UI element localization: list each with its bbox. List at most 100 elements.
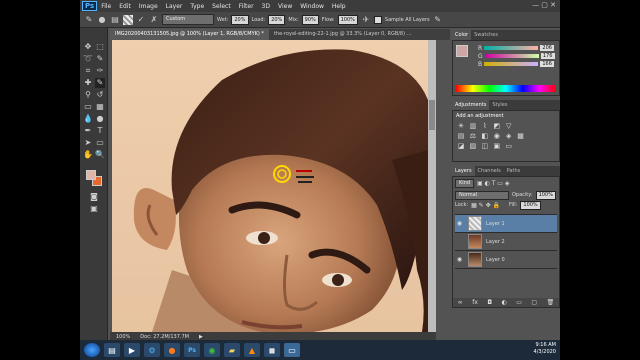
g-value[interactable]: 176 (540, 53, 555, 59)
menu-3d[interactable]: 3D (262, 3, 270, 10)
visibility-eye-icon[interactable]: ◉ (455, 256, 464, 263)
quick-select-icon[interactable]: ✎ (95, 54, 105, 64)
crop-tool-icon[interactable]: ⌗ (83, 66, 93, 76)
layer-name[interactable]: Layer 0 (486, 257, 505, 263)
hue-saturation-icon[interactable]: ▤ (457, 132, 465, 140)
mix-value[interactable]: 90% (301, 14, 319, 25)
marquee-tool-icon[interactable]: ⬚ (95, 42, 105, 52)
load-value[interactable]: 20% (268, 14, 286, 25)
media-player-icon[interactable]: ▶ (124, 343, 140, 357)
new-layer-icon[interactable]: ▢ (531, 299, 537, 306)
r-value[interactable]: 206 (540, 45, 555, 51)
start-button-icon[interactable] (84, 343, 100, 357)
layer-row[interactable]: ◉ Layer 1 (455, 215, 557, 233)
app-icon[interactable]: ⚙ (144, 343, 160, 357)
b-value[interactable]: 166 (540, 61, 555, 67)
eraser-icon[interactable]: ▭ (83, 102, 93, 112)
screen-mode-icon[interactable]: ▣ (89, 204, 99, 214)
menu-image[interactable]: Image (139, 3, 158, 10)
sample-all-layers-checkbox[interactable] (373, 15, 382, 24)
blue-slider[interactable] (484, 62, 539, 66)
exposure-icon[interactable]: ◩ (493, 122, 501, 130)
tab-layers[interactable]: Layers (452, 166, 475, 176)
tab-document-2[interactable]: the-royal-editing-22-1.jpg @ 33.3% (Laye… (269, 29, 417, 40)
gradient-icon[interactable]: ▦ (95, 102, 105, 112)
menu-layer[interactable]: Layer (166, 3, 183, 10)
airbrush-icon[interactable]: ✈ (361, 15, 371, 25)
blend-mode-select[interactable]: Normal (455, 190, 509, 200)
clone-stamp-icon[interactable]: ⚲ (83, 90, 93, 100)
tab-styles[interactable]: Styles (489, 100, 510, 110)
menu-file[interactable]: File (101, 3, 111, 10)
channel-mixer-icon[interactable]: ◈ (505, 132, 513, 140)
fx-icon[interactable]: fx (472, 299, 478, 306)
system-tray[interactable]: 9:16 AM 4/3/2020 (534, 342, 556, 356)
tab-paths[interactable]: Paths (504, 166, 524, 176)
hand-tool-icon[interactable]: ✋ (83, 150, 93, 160)
color-fg-swatch[interactable] (456, 45, 468, 57)
posterize-icon[interactable]: ▨ (469, 142, 477, 150)
photo-filter-icon[interactable]: ◉ (493, 132, 501, 140)
layer-row[interactable]: ◉ Layer 0 (455, 251, 557, 269)
menu-window[interactable]: Window (300, 3, 324, 10)
tab-swatches[interactable]: Swatches (471, 30, 501, 40)
curves-icon[interactable]: ⌇ (481, 122, 489, 130)
color-spectrum-bar[interactable] (456, 85, 556, 92)
vertical-scrollbar[interactable] (428, 40, 436, 332)
shape-tool-icon[interactable]: ▭ (95, 138, 105, 148)
foreground-color-swatch[interactable] (86, 170, 96, 180)
blur-tool-icon[interactable]: 💧 (83, 114, 93, 124)
folder-icon[interactable]: ▰ (224, 343, 240, 357)
lasso-tool-icon[interactable]: ➰ (83, 54, 93, 64)
quick-mask-icon[interactable]: ◙ (89, 192, 99, 202)
gradient-map-icon[interactable]: ▭ (505, 142, 513, 150)
threshold-icon[interactable]: ◫ (481, 142, 489, 150)
fill-value[interactable]: 100% (520, 200, 541, 210)
dodge-tool-icon[interactable]: ● (95, 114, 105, 124)
current-load-swatch-icon[interactable] (123, 14, 133, 25)
vlc-icon[interactable]: ▲ (244, 343, 260, 357)
preset-select[interactable]: Custom (162, 14, 214, 25)
brush-size-icon[interactable]: ● (97, 15, 107, 25)
menu-help[interactable]: Help (332, 3, 346, 10)
layer-name[interactable]: Layer 2 (486, 239, 505, 245)
selective-color-icon[interactable]: ▣ (493, 142, 501, 150)
tab-adjustments[interactable]: Adjustments (452, 100, 490, 110)
healing-brush-icon[interactable]: ✚ (83, 78, 93, 88)
brush-panel-icon[interactable]: ▤ (110, 15, 120, 25)
black-white-icon[interactable]: ◧ (481, 132, 489, 140)
chrome-icon[interactable]: ◉ (204, 343, 220, 357)
lock-icons[interactable]: ▦ ✎ ✥ 🔒 (471, 202, 500, 209)
photoshop-task-icon[interactable]: Ps (184, 343, 200, 357)
color-lookup-icon[interactable]: ▦ (517, 132, 525, 140)
add-mask-icon[interactable]: ◘ (487, 299, 492, 306)
recorder-icon[interactable]: ◼ (264, 343, 280, 357)
type-tool-icon[interactable]: T (95, 126, 105, 136)
menu-type[interactable]: Type (190, 3, 204, 10)
visibility-eye-icon[interactable]: ◉ (455, 220, 464, 227)
window-controls-icon[interactable]: — ▢ ✕ (532, 1, 556, 9)
active-window-icon[interactable]: ▭ (284, 343, 300, 357)
path-select-icon[interactable]: ➤ (83, 138, 93, 148)
color-balance-icon[interactable]: ⚖ (469, 132, 477, 140)
menu-edit[interactable]: Edit (119, 3, 131, 10)
pen-tool-icon[interactable]: ✒ (83, 126, 93, 136)
layer-name[interactable]: Layer 1 (486, 221, 505, 227)
opacity-value[interactable]: 100% (535, 190, 556, 200)
invert-icon[interactable]: ◪ (457, 142, 465, 150)
clean-brush-icon[interactable]: ✗ (149, 15, 159, 25)
vibrance-icon[interactable]: ▽ (505, 122, 513, 130)
levels-icon[interactable]: ▥ (469, 122, 477, 130)
link-layers-icon[interactable]: ∞ (458, 299, 463, 306)
tab-color[interactable]: Color (452, 30, 472, 40)
scrollbar-thumb[interactable] (429, 100, 435, 130)
tab-channels[interactable]: Channels (475, 166, 504, 176)
canvas[interactable] (112, 40, 428, 332)
layer-row[interactable]: Layer 2 (455, 233, 557, 251)
explorer-icon[interactable]: ▤ (104, 343, 120, 357)
pressure-icon[interactable]: ✎ (433, 15, 443, 25)
load-brush-icon[interactable]: ✓ (136, 15, 146, 25)
menu-view[interactable]: View (278, 3, 292, 10)
menu-select[interactable]: Select (212, 3, 231, 10)
move-tool-icon[interactable]: ✥ (83, 42, 93, 52)
